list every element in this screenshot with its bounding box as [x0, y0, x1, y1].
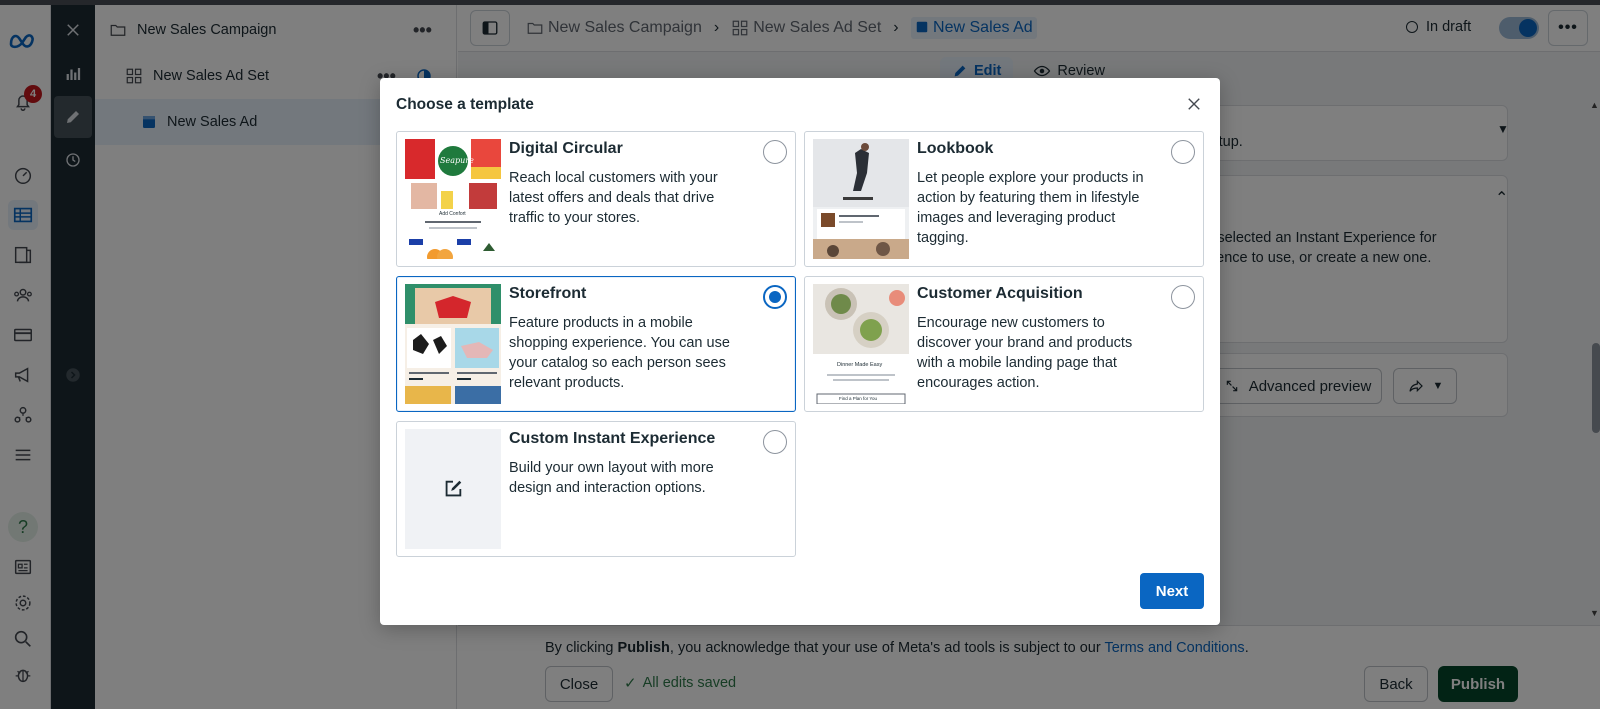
- next-button[interactable]: Next: [1140, 573, 1204, 609]
- digital-circular-thumbnail: Seapure Add Confort: [405, 139, 501, 259]
- template-title: Storefront: [509, 285, 587, 302]
- circular-caption-text: Add Confort: [439, 211, 466, 217]
- template-description: Encourage new customers to discover your…: [917, 315, 1133, 391]
- template-description: Let people explore your products in acti…: [917, 170, 1144, 246]
- dialog-close-button[interactable]: [1182, 92, 1206, 116]
- template-radio[interactable]: [763, 430, 787, 454]
- edit-square-icon: [445, 480, 462, 497]
- template-customer-acquisition[interactable]: Dinner Made Easy Find a Plan for You Cus…: [804, 276, 1204, 412]
- template-title: Custom Instant Experience: [509, 430, 716, 447]
- choose-template-dialog: Choose a template Seapure Add Confort Di…: [380, 78, 1220, 625]
- template-title: Lookbook: [917, 140, 994, 157]
- lookbook-thumbnail: [813, 139, 909, 259]
- template-radio[interactable]: [1171, 140, 1195, 164]
- acq-caption-text: Dinner Made Easy: [837, 362, 883, 368]
- dialog-title: Choose a template: [396, 96, 534, 113]
- close-icon: [1188, 98, 1200, 110]
- template-radio[interactable]: [763, 140, 787, 164]
- template-custom-instant-experience[interactable]: Custom Instant Experience Build your own…: [396, 421, 796, 557]
- template-description: Build your own layout with more design a…: [509, 460, 714, 496]
- template-title: Customer Acquisition: [917, 285, 1083, 302]
- storefront-thumbnail: [405, 284, 501, 404]
- circular-brand-text: Seapure: [440, 156, 474, 165]
- custom-ie-thumbnail: [405, 429, 501, 549]
- template-description: Feature products in a mobile shopping ex…: [509, 315, 730, 391]
- template-storefront[interactable]: Storefront Feature products in a mobile …: [396, 276, 796, 412]
- template-radio-selected[interactable]: [763, 285, 787, 309]
- template-radio[interactable]: [1171, 285, 1195, 309]
- template-digital-circular[interactable]: Seapure Add Confort Digital Circular Rea…: [396, 131, 796, 267]
- template-description: Reach local customers with your latest o…: [509, 170, 718, 226]
- acq-button-text: Find a Plan for You: [839, 396, 878, 401]
- template-lookbook[interactable]: Lookbook Let people explore your product…: [804, 131, 1204, 267]
- template-title: Digital Circular: [509, 140, 623, 157]
- customer-acquisition-thumbnail: Dinner Made Easy Find a Plan for You: [813, 284, 909, 404]
